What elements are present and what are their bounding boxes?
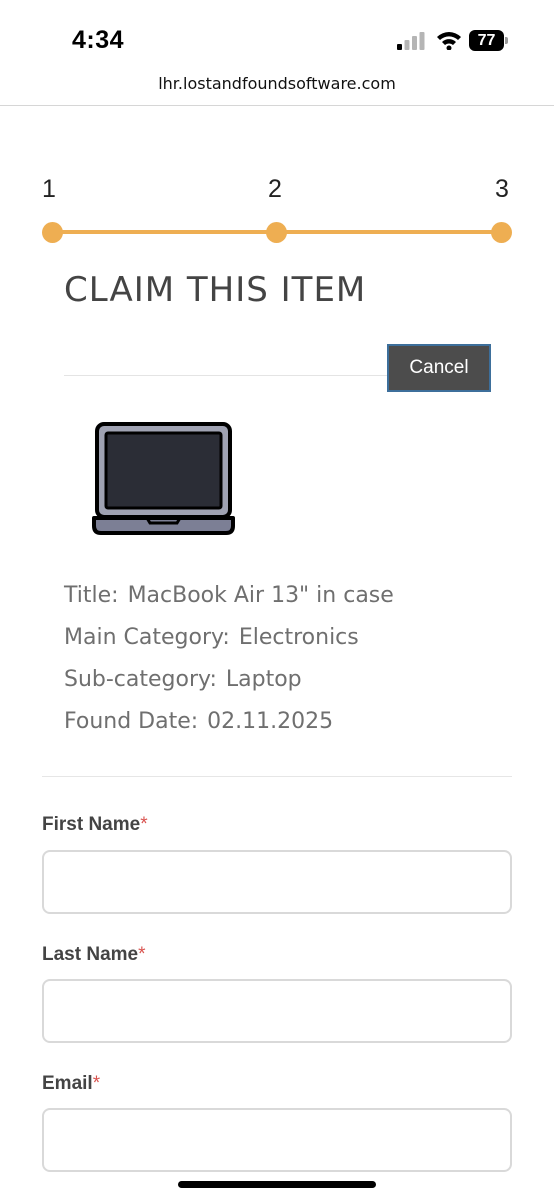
detail-value: MacBook Air 13" in case — [127, 583, 394, 608]
status-bar: 4:34 77 — [0, 0, 554, 70]
step-dot-2 — [266, 222, 287, 243]
title-divider — [64, 375, 394, 376]
address-bar-divider — [0, 105, 554, 106]
address-bar[interactable]: lhr.lostandfoundsoftware.com — [0, 74, 554, 104]
wifi-icon — [437, 32, 461, 50]
detail-value: 02.11.2025 — [207, 709, 334, 734]
step-dot-3 — [491, 222, 512, 243]
step-number-1: 1 — [42, 175, 56, 203]
last-name-label: Last Name* — [42, 944, 146, 965]
cellular-signal-icon — [397, 32, 425, 50]
section-divider — [42, 776, 512, 777]
required-mark: * — [140, 814, 148, 835]
detail-label: Found Date: — [64, 709, 199, 734]
detail-label: Sub-category: — [64, 667, 217, 692]
email-label: Email* — [42, 1073, 101, 1094]
cancel-button[interactable]: Cancel — [387, 344, 491, 392]
last-name-field[interactable] — [42, 979, 512, 1043]
laptop-icon — [92, 422, 235, 535]
detail-label: Main Category: — [64, 625, 230, 650]
detail-label: Title: — [64, 583, 119, 608]
battery-icon: 77 — [469, 30, 509, 51]
battery-level: 77 — [477, 32, 496, 49]
first-name-field[interactable] — [42, 850, 512, 914]
detail-main-category: Main Category: Electronics — [64, 625, 359, 650]
step-number-3: 3 — [495, 175, 509, 203]
required-mark: * — [138, 944, 146, 965]
detail-value: Laptop — [225, 667, 302, 692]
email-field[interactable] — [42, 1108, 512, 1172]
detail-sub-category: Sub-category: Laptop — [64, 667, 302, 692]
page-title: CLAIM THIS ITEM — [64, 270, 367, 310]
home-indicator[interactable] — [178, 1181, 376, 1188]
first-name-label: First Name* — [42, 814, 148, 835]
step-number-2: 2 — [268, 175, 282, 203]
step-dot-1 — [42, 222, 63, 243]
detail-title: Title: MacBook Air 13" in case — [64, 583, 394, 608]
detail-found-date: Found Date: 02.11.2025 — [64, 709, 333, 734]
required-mark: * — [92, 1073, 101, 1094]
status-time: 4:34 — [72, 26, 125, 54]
detail-value: Electronics — [238, 625, 359, 650]
